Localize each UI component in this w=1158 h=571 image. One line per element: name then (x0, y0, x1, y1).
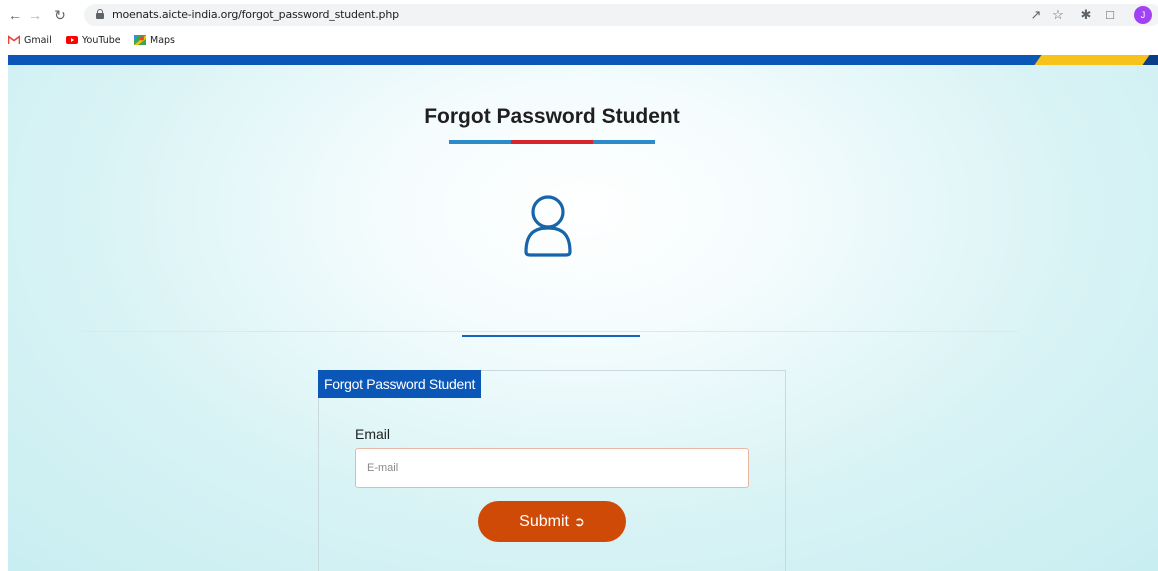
email-label: Email (355, 426, 391, 442)
bookmark-label: Maps (150, 35, 175, 46)
reload-icon[interactable]: ↻ (51, 6, 69, 24)
submit-button[interactable]: Submit ➲ (478, 501, 626, 542)
email-field[interactable] (355, 448, 749, 488)
bookmark-youtube[interactable]: YouTube (66, 34, 121, 48)
bookmark-maps[interactable]: Maps (134, 34, 175, 48)
user-icon (524, 195, 572, 257)
page-content: Forgot Password Student Forgot Password … (8, 55, 1158, 571)
top-accent-yellow (1034, 55, 1154, 65)
section-divider-accent (462, 335, 640, 337)
profile-avatar[interactable]: J (1134, 6, 1152, 24)
share-icon[interactable]: ↗ (1028, 7, 1044, 23)
youtube-icon (66, 35, 78, 44)
top-accent-bar (8, 55, 1158, 65)
gmail-icon (8, 34, 20, 44)
side-panel-icon[interactable]: □ (1102, 7, 1118, 23)
section-divider (82, 331, 1018, 332)
extensions-icon[interactable]: ✱ (1078, 7, 1094, 23)
title-underline-right (593, 140, 655, 144)
submit-label: Submit (519, 512, 569, 530)
title-underline-center (511, 140, 593, 144)
browser-chrome: ← → ↻ moenats.aicte-india.org/forgot_pas… (0, 0, 1158, 55)
bookmark-gmail[interactable]: Gmail (8, 34, 52, 48)
url-text[interactable]: moenats.aicte-india.org/forgot_password_… (112, 8, 399, 21)
bookmark-label: YouTube (82, 35, 121, 46)
maps-icon (134, 34, 146, 45)
lock-icon[interactable] (96, 9, 104, 19)
title-underline-left (449, 140, 511, 144)
bookmarks-bar: Gmail YouTube Maps (0, 30, 1158, 52)
panel-tab-title: Forgot Password Student (318, 370, 482, 398)
back-icon[interactable]: ← (6, 6, 24, 24)
page-title: Forgot Password Student (424, 105, 680, 128)
bookmark-star-icon[interactable]: ☆ (1050, 7, 1066, 23)
sign-in-icon: ➲ (573, 513, 585, 529)
address-bar-row: ← → ↻ moenats.aicte-india.org/forgot_pas… (0, 0, 1158, 30)
forward-icon[interactable]: → (26, 6, 44, 24)
bookmark-label: Gmail (24, 35, 52, 46)
